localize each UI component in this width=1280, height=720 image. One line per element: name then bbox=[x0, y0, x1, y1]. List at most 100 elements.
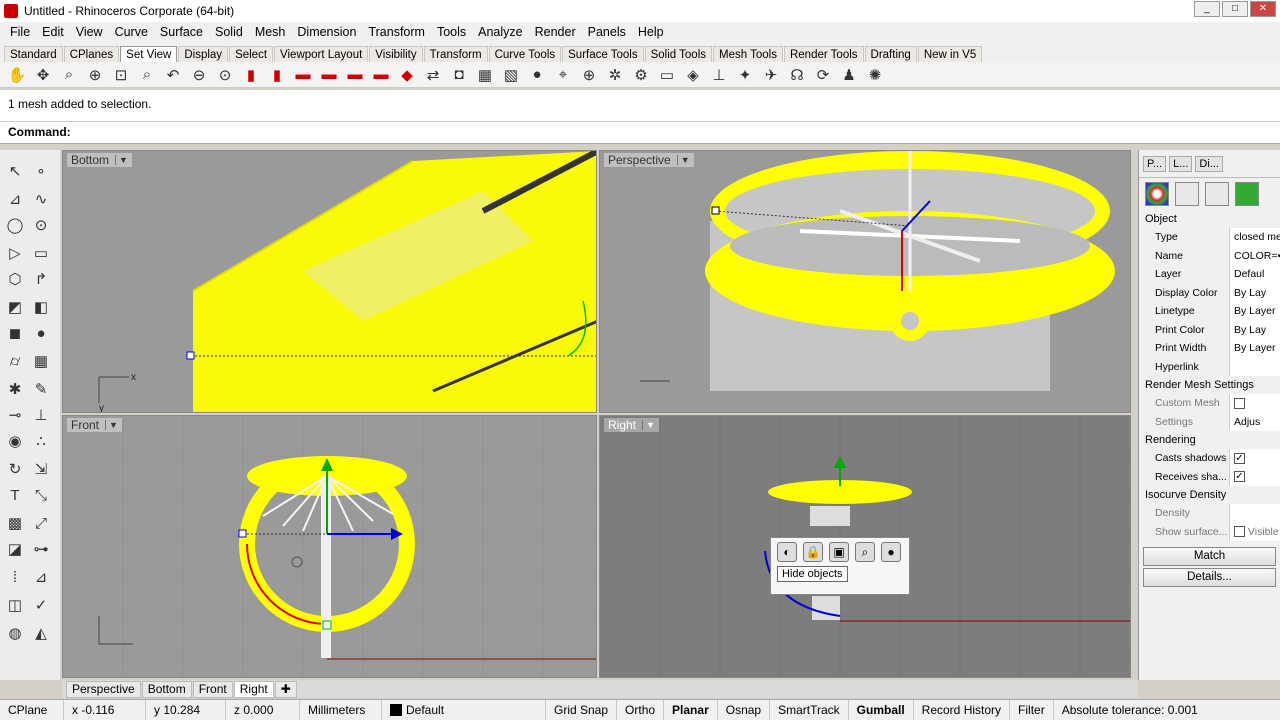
tab-display[interactable]: Display bbox=[178, 46, 229, 62]
tab-transform[interactable]: Transform bbox=[423, 46, 488, 62]
extrude-curve-icon[interactable]: ◧ bbox=[30, 296, 52, 318]
dimension-icon[interactable]: ⊶ bbox=[30, 538, 52, 560]
tab-render-tools[interactable]: Render Tools bbox=[783, 46, 864, 62]
tab-standard[interactable]: Standard bbox=[4, 46, 63, 62]
hide-objects-icon[interactable]: ◐ bbox=[777, 542, 797, 562]
tab-drafting[interactable]: Drafting bbox=[864, 46, 917, 62]
zoom-selected-icon[interactable]: ⌕ bbox=[136, 64, 158, 86]
menu-analyze[interactable]: Analyze bbox=[472, 25, 528, 39]
fly-icon[interactable]: ✈ bbox=[760, 64, 782, 86]
prop-hyperlink-value[interactable] bbox=[1229, 357, 1280, 376]
add-viewport-tab-icon[interactable]: ✚ bbox=[274, 680, 297, 698]
split-icon[interactable]: ⊥ bbox=[30, 404, 52, 426]
walk-icon[interactable]: ☊ bbox=[786, 64, 808, 86]
menu-tools[interactable]: Tools bbox=[431, 25, 472, 39]
status-ortho[interactable]: Ortho bbox=[617, 700, 665, 720]
prop-name-value[interactable]: COLOR=• bbox=[1229, 246, 1280, 265]
point-icon[interactable]: ∘ bbox=[30, 160, 52, 182]
tab-set-view[interactable]: Set View bbox=[120, 46, 178, 62]
viewport-label-bottom[interactable]: Bottom ▼ bbox=[67, 153, 132, 167]
status-planar[interactable]: Planar bbox=[664, 700, 718, 720]
set-view-bottom-icon[interactable]: ▮ bbox=[266, 64, 288, 86]
move-icon[interactable]: ⤡ bbox=[30, 484, 52, 506]
tab-surface-tools[interactable]: Surface Tools bbox=[562, 46, 644, 62]
pan-hand-icon[interactable]: ✋ bbox=[6, 64, 28, 86]
prop-layer-value[interactable]: Defaul bbox=[1229, 265, 1280, 284]
set-view-back-icon[interactable]: ▬ bbox=[318, 64, 340, 86]
material-icon[interactable] bbox=[1175, 182, 1199, 206]
status-layer[interactable]: Default bbox=[382, 700, 546, 720]
array-grid-icon[interactable]: ⁞ bbox=[4, 566, 26, 588]
boolean-union-icon[interactable]: ● bbox=[30, 322, 52, 344]
menu-transform[interactable]: Transform bbox=[362, 25, 431, 39]
status-record-history[interactable]: Record History bbox=[914, 700, 1011, 720]
details-button[interactable]: Details... bbox=[1143, 568, 1276, 587]
walkabout-icon[interactable]: ♟ bbox=[838, 64, 860, 86]
status-gumball[interactable]: Gumball bbox=[849, 700, 914, 720]
menu-surface[interactable]: Surface bbox=[154, 25, 209, 39]
tab-cplanes[interactable]: CPlanes bbox=[63, 46, 120, 62]
scale-icon[interactable]: ⇲ bbox=[30, 458, 52, 480]
gumball-view-icon[interactable]: ✲ bbox=[604, 64, 626, 86]
status-osnap[interactable]: Osnap bbox=[718, 700, 771, 720]
group-icon[interactable]: ∴ bbox=[30, 430, 52, 452]
menu-render[interactable]: Render bbox=[529, 25, 582, 39]
prop-display-color-value[interactable]: By Lay bbox=[1229, 283, 1280, 302]
prop-linetype-value[interactable]: By Layer bbox=[1229, 302, 1280, 321]
select-arrow-icon[interactable]: ↖ bbox=[4, 160, 26, 182]
viewport-menu-caret-icon[interactable]: ▼ bbox=[676, 155, 690, 165]
menu-curve[interactable]: Curve bbox=[109, 25, 154, 39]
menu-solid[interactable]: Solid bbox=[209, 25, 249, 39]
render-icon[interactable]: ✎ bbox=[30, 378, 52, 400]
text-icon[interactable]: T bbox=[4, 484, 26, 506]
vp-tab-bottom[interactable]: Bottom bbox=[141, 680, 192, 698]
lens-icon[interactable]: ● bbox=[526, 64, 548, 86]
adjust-button[interactable]: Adjus bbox=[1229, 412, 1280, 431]
minimize-button[interactable]: _ bbox=[1194, 1, 1220, 17]
viewport-label-perspective[interactable]: Perspective ▼ bbox=[604, 153, 694, 167]
tripod-icon[interactable]: ⊥ bbox=[708, 64, 730, 86]
receives-shadows-checkbox[interactable]: ✓ bbox=[1234, 471, 1245, 483]
transform-icon[interactable]: ⤢ bbox=[30, 512, 52, 534]
menu-dimension[interactable]: Dimension bbox=[291, 25, 362, 39]
zoom-window-icon[interactable]: ⊡ bbox=[110, 64, 132, 86]
zoom-out-icon[interactable]: ⊖ bbox=[188, 64, 210, 86]
prop-print-color-value[interactable]: By Lay bbox=[1229, 320, 1280, 339]
decal-icon[interactable] bbox=[1205, 182, 1229, 206]
named-view-icon[interactable]: ⇄ bbox=[422, 64, 444, 86]
set-view-perspective-icon[interactable]: ◆ bbox=[396, 64, 418, 86]
undo-view-icon[interactable]: ↶ bbox=[162, 64, 184, 86]
custom-mesh-checkbox[interactable] bbox=[1234, 397, 1245, 409]
ellipse-icon[interactable]: ⊙ bbox=[30, 214, 52, 236]
hide-icon[interactable]: ◍ bbox=[4, 622, 26, 644]
dim-angle-icon[interactable]: ⊿ bbox=[30, 566, 52, 588]
casts-shadows-checkbox[interactable]: ✓ bbox=[1234, 452, 1245, 464]
viewport-label-right[interactable]: Right ▼ bbox=[604, 418, 659, 432]
tab-visibility[interactable]: Visibility bbox=[369, 46, 423, 62]
menu-panels[interactable]: Panels bbox=[582, 25, 632, 39]
viewport-perspective[interactable]: Perspective ▼ bbox=[599, 150, 1131, 413]
box-view-icon[interactable]: ◈ bbox=[682, 64, 704, 86]
viewport-front[interactable]: Front ▼ bbox=[62, 415, 597, 678]
zoom-target-icon[interactable]: ⌖ bbox=[552, 64, 574, 86]
fillet-curve-icon[interactable]: ↱ bbox=[30, 268, 52, 290]
visible-checkbox[interactable] bbox=[1234, 526, 1245, 538]
zoom-extents-icon[interactable]: ⊕ bbox=[84, 64, 106, 86]
camera-icon[interactable]: ◘ bbox=[448, 64, 470, 86]
circle-icon[interactable]: ◯ bbox=[4, 214, 26, 236]
orbit-icon[interactable]: ✦ bbox=[734, 64, 756, 86]
wallpaper-icon[interactable]: ▧ bbox=[500, 64, 522, 86]
trim-icon[interactable]: ⊸ bbox=[4, 404, 26, 426]
prop-print-width-value[interactable]: By Layer bbox=[1229, 339, 1280, 358]
match-button[interactable]: Match bbox=[1143, 547, 1276, 566]
mesh-icon[interactable]: ▦ bbox=[30, 350, 52, 372]
maximize-button[interactable]: □ bbox=[1222, 1, 1248, 17]
curve-icon[interactable]: ∿ bbox=[30, 188, 52, 210]
command-prompt[interactable]: Command: bbox=[0, 122, 1280, 144]
paint-icon[interactable]: ◭ bbox=[30, 622, 52, 644]
explode-view-icon[interactable]: ✺ bbox=[864, 64, 886, 86]
cylinder-icon[interactable]: ⌭ bbox=[4, 350, 26, 372]
vp-tab-front[interactable]: Front bbox=[192, 680, 233, 698]
menu-help[interactable]: Help bbox=[632, 25, 670, 39]
set-view-front-icon[interactable]: ▬ bbox=[292, 64, 314, 86]
